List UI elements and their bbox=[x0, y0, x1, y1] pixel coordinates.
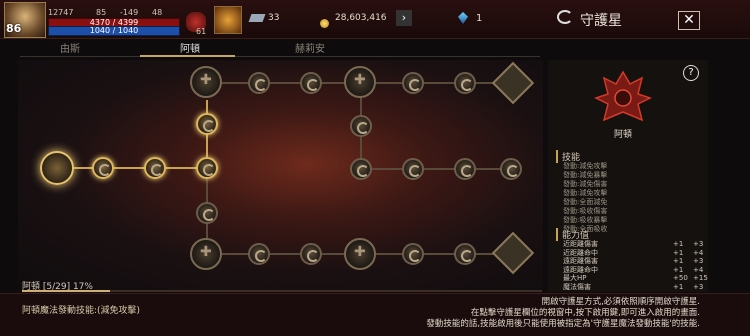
node-lit[interactable] bbox=[196, 113, 218, 135]
big-node[interactable] bbox=[344, 66, 376, 98]
close-icon: ✕ bbox=[683, 12, 695, 28]
mp-bar: 1040 / 1040 bbox=[48, 26, 180, 36]
potion-count: 61 bbox=[196, 27, 207, 36]
node[interactable] bbox=[350, 158, 372, 180]
node[interactable] bbox=[196, 202, 218, 224]
magic-skill-label: 阿頓魔法發動技能:(減免攻擊) bbox=[22, 306, 141, 316]
stat-row: 最大HP +50 +15 bbox=[563, 274, 708, 283]
node-lit[interactable] bbox=[92, 157, 114, 179]
node[interactable] bbox=[248, 72, 270, 94]
skill-item: 發動:減免暴擊 bbox=[563, 171, 608, 179]
node-lit[interactable] bbox=[196, 157, 218, 179]
node[interactable] bbox=[402, 243, 424, 265]
guardian-star-icon bbox=[557, 10, 573, 24]
progress-fill bbox=[22, 290, 111, 292]
exp-label: 12747 bbox=[48, 8, 74, 17]
node[interactable] bbox=[454, 158, 476, 180]
active-tab-indicator bbox=[140, 55, 235, 57]
stat-row: 遠距離傷害 +1 +3 bbox=[563, 257, 704, 266]
node[interactable] bbox=[402, 158, 424, 180]
stat-row: 魔法傷害 +1 +3 bbox=[563, 282, 704, 291]
page-title: 守護星 bbox=[580, 13, 622, 29]
skill-item: 發動:吸收傷害 bbox=[563, 207, 608, 215]
node[interactable] bbox=[500, 158, 522, 180]
instruction-line: 在點擊守護星欄位的視窗中,按下啟用鍵,即可進入啟用的畫面. bbox=[470, 308, 700, 318]
node[interactable] bbox=[454, 243, 476, 265]
node-lit[interactable] bbox=[144, 157, 166, 179]
gem-count: 1 bbox=[476, 13, 483, 24]
skill-item: 發動:減免攻擊 bbox=[563, 189, 608, 197]
instruction-line: 發動技能的話,技能啟用後只能使用被指定為'守護星魔法發動技能'的技能. bbox=[426, 319, 700, 329]
crystal-icon bbox=[248, 14, 266, 22]
skill-item: 發動:吸收暴擊 bbox=[563, 216, 608, 224]
stats-list: 近距離傷害 +1 +3 近距離命中 +1 +4 遠距離傷害 +1 +3 遠距離命中 +1 +4 … bbox=[563, 240, 708, 292]
start-node-shield[interactable] bbox=[40, 151, 74, 185]
constellation-board bbox=[18, 60, 543, 292]
tab-aton[interactable]: 阿頓 bbox=[140, 40, 240, 55]
help-button[interactable]: ? bbox=[683, 65, 699, 81]
crystal-count: 33 bbox=[268, 13, 280, 23]
big-node[interactable] bbox=[190, 238, 222, 270]
chevron-right-icon[interactable]: › bbox=[396, 10, 412, 26]
node[interactable] bbox=[300, 72, 322, 94]
stat-a: 85 bbox=[96, 8, 107, 17]
big-node[interactable] bbox=[190, 66, 222, 98]
player-level: 86 bbox=[6, 22, 22, 35]
progress-bar bbox=[22, 290, 542, 292]
instruction-line: 開啟守護星方式,必須依照順序開啟守護星. bbox=[541, 297, 700, 307]
tab-yusi[interactable]: 由斯 bbox=[20, 40, 120, 55]
connector-lit bbox=[58, 167, 218, 169]
aton-emblem-icon bbox=[594, 70, 652, 122]
skill-item: 發動:減免攻擊 bbox=[563, 162, 608, 170]
stat-row: 近距離傷害 +1 +3 bbox=[563, 240, 704, 248]
stat-c: 48 bbox=[152, 8, 163, 17]
node[interactable] bbox=[350, 115, 372, 137]
node[interactable] bbox=[402, 72, 424, 94]
node[interactable] bbox=[454, 72, 476, 94]
skill-item: 發動:減免傷害 bbox=[563, 180, 608, 188]
skill-slot-icon[interactable] bbox=[214, 6, 242, 34]
help-icon: ? bbox=[688, 67, 694, 78]
close-button[interactable]: ✕ bbox=[678, 11, 700, 30]
instructions: 開啟守護星方式,必須依照順序開啟守護星. 在點擊守護星欄位的視窗中,按下啟用鍵,… bbox=[426, 297, 700, 330]
skills-list: 發動:減免攻擊 發動:減免暴擊 發動:減免傷害 發動:減免攻擊 發動:全面減免 … bbox=[563, 162, 607, 234]
node[interactable] bbox=[300, 243, 322, 265]
big-node[interactable] bbox=[344, 238, 376, 270]
gold-count: 28,603,416 bbox=[335, 13, 387, 23]
gold-coin-icon bbox=[320, 13, 329, 32]
hex-node[interactable] bbox=[491, 61, 535, 105]
skill-item: 發動:全面減免 bbox=[563, 198, 608, 206]
tab-helian[interactable]: 赫莉安 bbox=[260, 40, 360, 55]
stat-row: 近距離命中 +1 +4 bbox=[563, 248, 704, 257]
hex-node[interactable] bbox=[491, 231, 535, 275]
mp-text: 1040 / 1040 bbox=[89, 26, 139, 35]
stat-b: -149 bbox=[120, 8, 139, 17]
node[interactable] bbox=[248, 243, 270, 265]
constellation-tabs: 由斯 阿頓 赫莉安 bbox=[20, 40, 540, 57]
connector bbox=[360, 168, 510, 170]
constellation-name: 阿頓 bbox=[613, 130, 632, 140]
